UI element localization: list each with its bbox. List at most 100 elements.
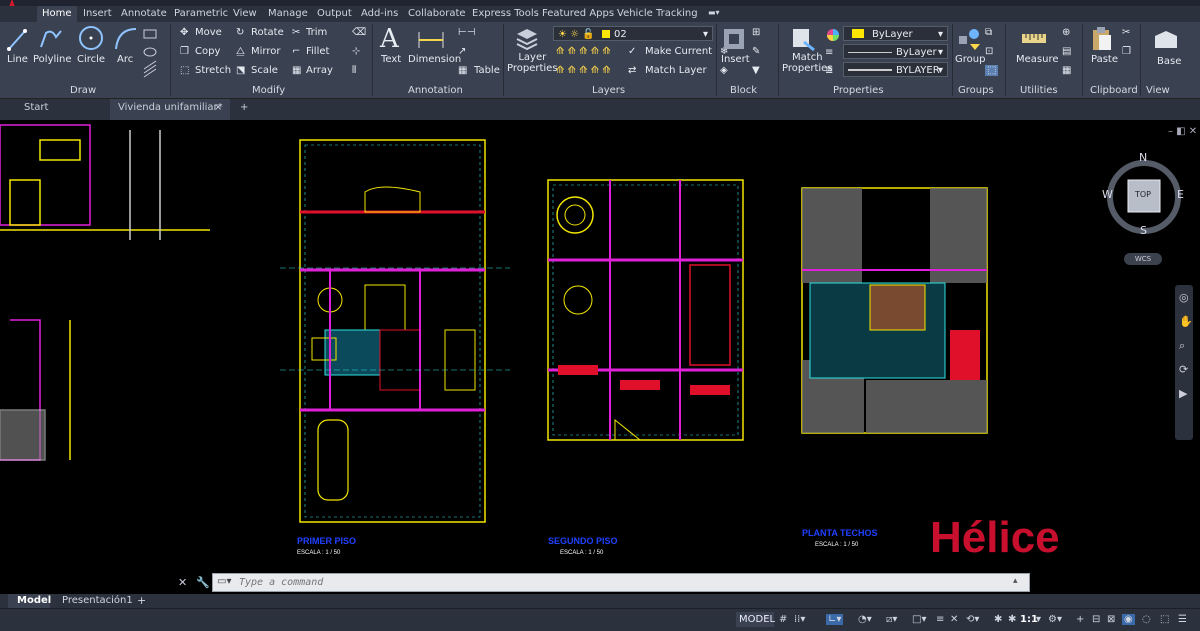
- edit-block-icon[interactable]: ✎: [752, 46, 760, 57]
- command-input[interactable]: [239, 575, 999, 590]
- layer-iso-icon[interactable]: ◈: [720, 65, 728, 76]
- table-button[interactable]: Table: [474, 65, 500, 76]
- mirror-button[interactable]: Mirror: [251, 46, 280, 57]
- create-block-icon[interactable]: ⊞: [752, 27, 760, 38]
- arc-icon[interactable]: [112, 25, 138, 57]
- tab-express-tools[interactable]: Express Tools: [472, 8, 539, 19]
- properties-panel-label[interactable]: Properties: [833, 85, 884, 96]
- group-button[interactable]: Group: [955, 54, 985, 65]
- clipboard-panel-label[interactable]: Clipboard: [1090, 85, 1138, 96]
- tab-collaborate[interactable]: Collaborate: [408, 8, 466, 19]
- groups-panel-label[interactable]: Groups: [958, 85, 994, 96]
- linear-dim-icon[interactable]: ⊢⊣: [458, 27, 475, 38]
- block-panel-label[interactable]: Block: [730, 85, 757, 96]
- isolate-objects-icon[interactable]: ◌: [1142, 614, 1151, 625]
- compass-e[interactable]: E: [1177, 188, 1184, 201]
- view-panel-label[interactable]: View: [1146, 85, 1170, 96]
- layer-properties-icon[interactable]: [514, 26, 540, 54]
- annotation-visibility-icon[interactable]: ✱: [994, 614, 1002, 625]
- steering-wheel-icon[interactable]: ◎: [1179, 291, 1189, 304]
- measure-icon[interactable]: [1020, 28, 1048, 52]
- layers-panel-label[interactable]: Layers: [592, 85, 625, 96]
- quick-select-icon[interactable]: ▤: [1062, 46, 1071, 57]
- ungroup-icon[interactable]: ⧉: [985, 27, 992, 38]
- rotate-button[interactable]: Rotate: [251, 27, 284, 38]
- osnap-icon[interactable]: □▾: [912, 614, 926, 625]
- line-icon[interactable]: [6, 25, 28, 57]
- tab-insert[interactable]: Insert: [83, 8, 112, 19]
- tab-model[interactable]: Model: [8, 594, 51, 608]
- measure-button[interactable]: Measure: [1016, 54, 1059, 65]
- paste-icon[interactable]: [1090, 25, 1114, 57]
- utilities-panel-label[interactable]: Utilities: [1020, 85, 1058, 96]
- polar-icon[interactable]: ◔▾: [858, 614, 872, 625]
- calculator-icon[interactable]: ▦: [1062, 65, 1071, 76]
- chevron-down-icon[interactable]: ▾: [1036, 614, 1041, 625]
- layer-tools-icons[interactable]: ⟰ ⟰ ⟰ ⟰ ⟰: [556, 46, 611, 57]
- selection-cycling-icon[interactable]: ⟲▾: [966, 614, 979, 625]
- tab-home[interactable]: Home: [37, 6, 77, 22]
- command-history-icon[interactable]: ▭▾: [217, 576, 231, 587]
- viewport-controls[interactable]: – ◧ ✕: [1168, 126, 1197, 137]
- group-icon[interactable]: [956, 26, 982, 56]
- lineweight-toggle-icon[interactable]: ≡: [936, 614, 944, 625]
- tab-parametric[interactable]: Parametric: [174, 8, 228, 19]
- group-select-icon[interactable]: ⬚: [985, 65, 999, 76]
- text-button[interactable]: Text: [381, 54, 401, 65]
- copy-clip-icon[interactable]: ❐: [1122, 46, 1131, 57]
- copy-button[interactable]: Copy: [195, 46, 220, 57]
- tab-featured-apps[interactable]: Featured Apps: [542, 8, 614, 19]
- color-wheel-icon[interactable]: [826, 27, 840, 46]
- zoom-icon[interactable]: ⌕: [1179, 339, 1185, 353]
- model-space-button[interactable]: MODEL: [736, 612, 775, 627]
- arc-button[interactable]: Arc: [117, 54, 133, 65]
- tab-output[interactable]: Output: [317, 8, 352, 19]
- ribbon-overflow-icon[interactable]: ▬▾: [708, 8, 720, 17]
- compass-n[interactable]: N: [1139, 151, 1147, 164]
- tab-start[interactable]: Start: [24, 102, 48, 113]
- ortho-icon[interactable]: ∟▾: [826, 614, 844, 625]
- linetype-dropdown[interactable]: ByLayer ▾: [843, 44, 948, 59]
- orbit-icon[interactable]: ⟳: [1179, 363, 1188, 376]
- clean-screen-icon[interactable]: ⬚: [1160, 614, 1169, 625]
- tab-add-ins[interactable]: Add-ins: [361, 8, 398, 19]
- leader-icon[interactable]: ↗: [458, 46, 466, 57]
- make-current-button[interactable]: Make Current: [645, 46, 712, 57]
- compass-w[interactable]: W: [1102, 188, 1113, 201]
- annotation-panel-label[interactable]: Annotation: [408, 85, 463, 96]
- gear-icon[interactable]: ⚙▾: [1048, 614, 1062, 625]
- graphics-performance-icon[interactable]: ◉: [1122, 614, 1135, 625]
- snap-icon[interactable]: ⁞⁞▾: [794, 614, 805, 625]
- trim-button[interactable]: Trim: [306, 27, 327, 38]
- compass-s[interactable]: S: [1140, 224, 1147, 237]
- wcs-menu[interactable]: WCS: [1124, 253, 1162, 265]
- rectangle-icon[interactable]: [142, 27, 164, 91]
- match-layer-button[interactable]: Match Layer: [645, 65, 707, 76]
- id-point-icon[interactable]: ⊕: [1062, 27, 1070, 38]
- close-icon[interactable]: ✕: [178, 576, 187, 589]
- base-button[interactable]: Base: [1157, 56, 1181, 67]
- command-line[interactable]: ▭▾ ▴: [212, 573, 1030, 592]
- erase-icon[interactable]: ⌫: [352, 27, 366, 38]
- autoscale-icon[interactable]: ✱: [1008, 614, 1016, 625]
- tab-manage[interactable]: Manage: [268, 8, 308, 19]
- modify-panel-label[interactable]: Modify: [252, 85, 285, 96]
- array-button[interactable]: Array: [306, 65, 333, 76]
- explode-icon[interactable]: ⊹: [352, 46, 360, 57]
- showmotion-icon[interactable]: ▶: [1179, 387, 1187, 400]
- chevron-up-icon[interactable]: ▴: [1013, 576, 1018, 586]
- dimension-button[interactable]: Dimension: [408, 54, 461, 65]
- stretch-button[interactable]: Stretch: [195, 65, 231, 76]
- transparency-icon[interactable]: ✕: [950, 614, 958, 625]
- polyline-button[interactable]: Polyline: [33, 54, 72, 65]
- insert-block-icon[interactable]: [721, 26, 747, 56]
- offset-icon[interactable]: ⫴: [352, 65, 356, 76]
- quick-properties-icon[interactable]: ⊠: [1107, 614, 1115, 625]
- line-button[interactable]: Line: [7, 54, 28, 65]
- grid-icon[interactable]: #: [779, 614, 787, 625]
- fillet-button[interactable]: Fillet: [306, 46, 329, 57]
- pan-icon[interactable]: ✋: [1179, 315, 1193, 328]
- base-view-icon[interactable]: [1152, 28, 1180, 56]
- new-tab-button[interactable]: +: [240, 102, 248, 113]
- tab-view[interactable]: View: [233, 8, 257, 19]
